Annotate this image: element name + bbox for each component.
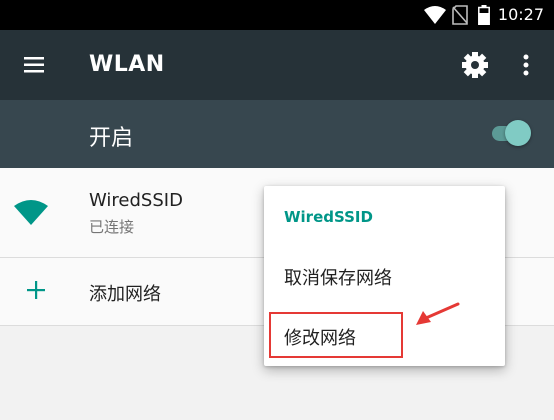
wifi-icon (14, 200, 48, 225)
annotation-arrow-icon (416, 302, 460, 325)
annotation-highlight-box (269, 312, 403, 358)
switch-label: 开启 (89, 126, 134, 151)
add-network-label: 添加网络 (89, 284, 161, 305)
forget-network-menu-item[interactable]: 取消保存网络 (284, 264, 392, 290)
status-time: 10:27 (497, 5, 544, 24)
wifi-signal-icon (424, 6, 446, 24)
app-toolbar: WLAN (0, 30, 554, 100)
page-title: WLAN (89, 52, 165, 77)
wlan-switch-bar[interactable]: 开启 (0, 100, 554, 168)
status-bar: 10:27 (0, 0, 554, 30)
wlan-toggle[interactable] (488, 118, 534, 148)
network-status: 已连接 (89, 218, 135, 236)
battery-icon (478, 5, 490, 25)
gear-icon[interactable] (458, 48, 492, 82)
network-ssid: WiredSSID (89, 190, 183, 211)
more-options-icon[interactable] (516, 50, 536, 80)
toggle-thumb (505, 120, 531, 146)
context-menu-title: WiredSSID (284, 208, 373, 226)
plus-icon (27, 281, 45, 299)
no-sim-icon (452, 5, 468, 25)
menu-icon[interactable] (16, 51, 52, 79)
